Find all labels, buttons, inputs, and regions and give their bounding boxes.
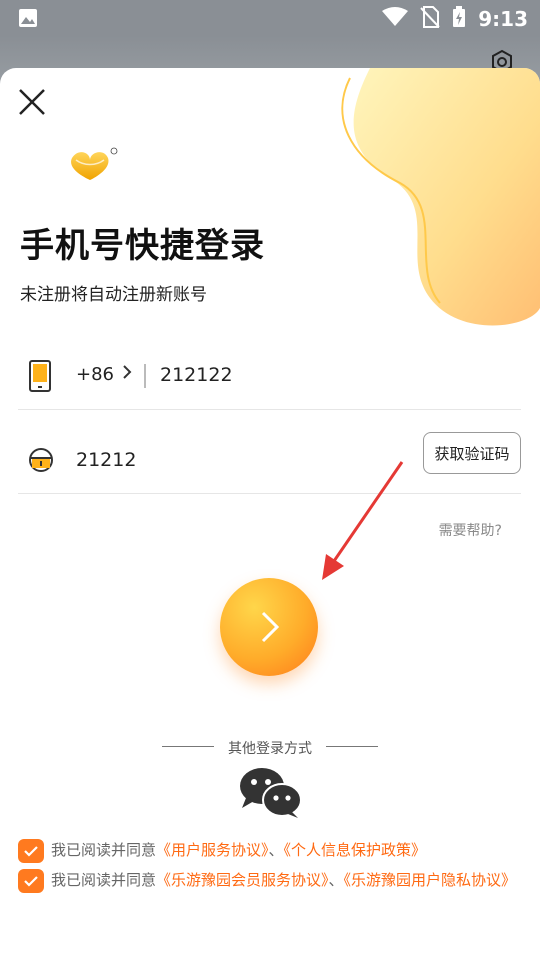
close-button[interactable] [14,84,50,120]
login-sheet: 手机号快捷登录 未注册将自动注册新账号 +86 获取验证码 需要帮助? 其他登录… [0,68,540,960]
agreement-checkbox-2[interactable] [18,869,44,893]
phone-icon [28,360,52,396]
agreement-prefix: 我已阅读并同意 [51,871,157,889]
checkmark-icon [24,876,38,887]
status-time: 9:13 [478,7,528,31]
brand-logo [68,146,120,190]
agreement-prefix: 我已阅读并同意 [51,841,157,859]
no-sim-icon [420,6,440,32]
chevron-right-icon [261,611,280,643]
member-service-agreement-link[interactable]: 《乐游豫园会员服务协议》 [156,871,329,889]
wifi-icon [382,7,409,31]
phone-input[interactable] [160,364,480,386]
help-link[interactable]: 需要帮助? [439,520,502,540]
chevron-right-icon [122,364,132,385]
get-code-button[interactable]: 获取验证码 [423,432,521,474]
wechat-login-button[interactable] [238,766,304,824]
other-login-label: 其他登录方式 [228,741,312,757]
phone-row: +86 [18,340,521,410]
lock-icon [28,446,54,478]
agreement-separator: 、 [328,871,344,889]
wechat-icon [240,768,302,818]
close-icon [19,89,45,115]
agreement-checkbox-1[interactable] [18,839,44,863]
country-code: +86 [76,364,114,385]
page-subtitle: 未注册将自动注册新账号 [20,285,207,305]
verification-code-input[interactable] [76,449,336,471]
page-title: 手机号快捷登录 [20,226,265,266]
decorative-blob [341,68,540,326]
privacy-policy-link[interactable]: 《个人信息保护政策》 [284,841,427,859]
agreement-row-2: 我已阅读并同意《乐游豫园会员服务协议》、《乐游豫园用户隐私协议》 [18,869,523,893]
submit-button[interactable] [220,578,318,676]
country-code-selector[interactable]: +86 [76,364,132,385]
image-icon [18,8,38,32]
user-service-agreement-link[interactable]: 《用户服务协议》 [156,841,269,859]
code-row: 获取验证码 [18,424,521,494]
status-bar: 9:13 [0,0,540,36]
battery-icon [452,6,466,32]
annotation-arrow [322,461,404,580]
field-divider [144,364,146,388]
user-privacy-agreement-link[interactable]: 《乐游豫园用户隐私协议》 [344,871,517,889]
agreement-separator: 、 [268,841,284,859]
checkmark-icon [24,846,38,857]
divider-right [326,746,378,747]
agreement-row-1: 我已阅读并同意《用户服务协议》、《个人信息保护政策》 [18,839,523,863]
